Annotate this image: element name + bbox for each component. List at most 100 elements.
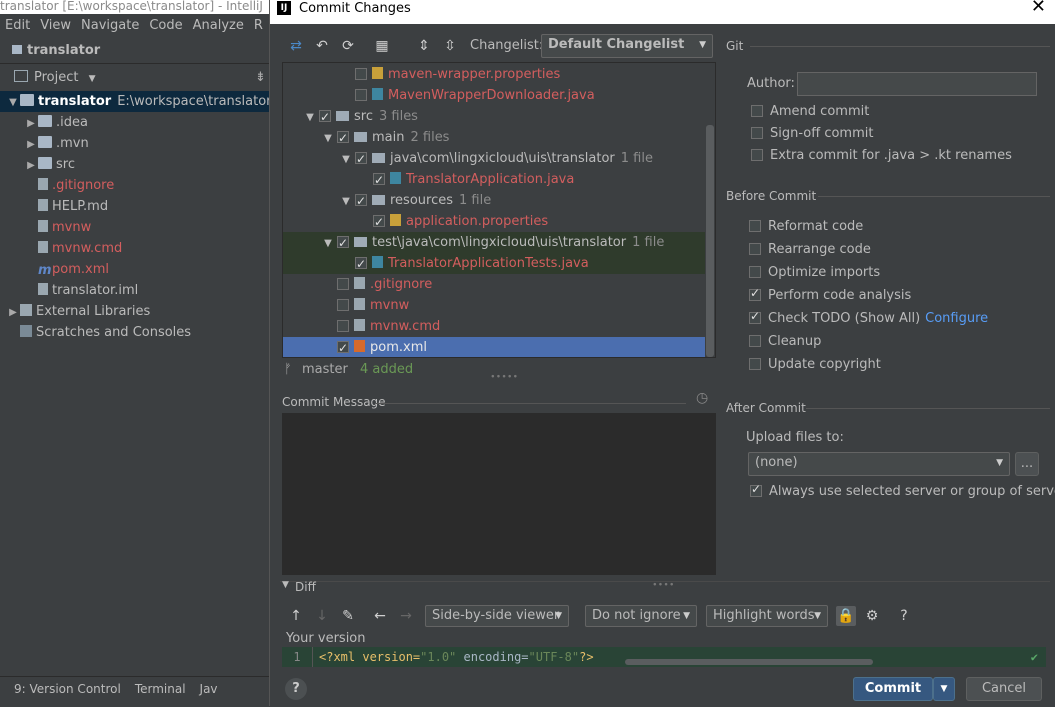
change-row[interactable]: mvnw.cmd (283, 316, 705, 337)
change-row[interactable]: ▼ main 2 files (283, 127, 705, 149)
include-checkbox[interactable] (337, 320, 349, 332)
option-checkbox[interactable] (749, 358, 761, 370)
chevron-down-icon[interactable]: ▼ (337, 149, 355, 170)
include-checkbox[interactable] (337, 299, 349, 311)
configure-link[interactable]: Configure (925, 311, 988, 326)
arrow-down-icon[interactable]: ↓ (312, 606, 332, 626)
before-commit-option[interactable]: Update copyright (749, 357, 881, 372)
option-checkbox[interactable] (751, 127, 763, 139)
arrow-up-icon[interactable]: ↑ (286, 606, 306, 626)
commit-button[interactable]: Commit (853, 677, 933, 701)
bottom-tab[interactable]: Terminal (135, 682, 186, 696)
tree-item[interactable]: translator.iml (0, 280, 270, 301)
before-commit-option[interactable]: Optimize imports (749, 265, 880, 280)
menu-item[interactable]: R (249, 15, 268, 33)
tree-item[interactable]: ▶ src (0, 154, 270, 175)
change-row[interactable]: ▼ resources 1 file (283, 190, 705, 212)
author-input[interactable] (797, 72, 1037, 96)
option-checkbox[interactable] (751, 149, 763, 161)
changelist-select[interactable]: Default Changelist ▼ (541, 34, 713, 58)
include-checkbox[interactable] (319, 107, 331, 128)
include-checkbox[interactable] (355, 149, 367, 170)
ide-nav-root[interactable]: translator (0, 38, 270, 64)
chevron-right-icon[interactable]: ▶ (6, 302, 20, 322)
include-checkbox[interactable] (355, 191, 367, 212)
option-checkbox[interactable] (751, 105, 763, 117)
chevron-right-icon[interactable]: ▶ (24, 113, 38, 133)
ignore-select[interactable]: Do not ignore ▼ (585, 605, 697, 627)
change-row[interactable]: ▼ src 3 files (283, 106, 705, 128)
before-commit-option[interactable]: Reformat code (749, 219, 863, 234)
collapse-all-icon[interactable]: ⇳ (440, 36, 460, 56)
before-commit-option[interactable]: Cleanup (749, 334, 821, 349)
change-row[interactable]: maven-wrapper.properties (283, 64, 705, 85)
change-row[interactable]: pom.xml (283, 337, 705, 357)
option-checkbox[interactable] (749, 266, 761, 278)
option-checkbox[interactable] (749, 220, 761, 232)
changes-tree[interactable]: maven-wrapper.properties MavenWrapperDown… (282, 62, 716, 358)
close-icon[interactable]: ✕ (1031, 0, 1046, 16)
option-checkbox[interactable] (749, 243, 761, 255)
chevron-down-icon[interactable]: ▼ (6, 92, 20, 112)
chevron-down-icon[interactable]: ▼ (337, 191, 355, 212)
change-row[interactable]: TranslatorApplication.java (283, 169, 705, 191)
cancel-button[interactable]: Cancel (966, 677, 1042, 701)
include-checkbox[interactable] (355, 89, 367, 101)
browse-button[interactable]: ... (1015, 452, 1039, 476)
changes-scrollbar[interactable] (706, 125, 714, 357)
tree-item[interactable]: mvnw.cmd (0, 238, 270, 259)
include-checkbox[interactable] (355, 254, 367, 275)
menu-item[interactable]: Code (144, 15, 187, 33)
git-option[interactable]: Amend commit (751, 104, 869, 119)
before-commit-option[interactable]: Perform code analysis (749, 286, 911, 303)
rollback-icon[interactable]: ↶ (312, 36, 332, 56)
gear-icon[interactable]: ⚙ (862, 606, 882, 626)
group-by-icon[interactable]: ▦ (372, 36, 392, 56)
tree-item[interactable]: mvnw (0, 217, 270, 238)
include-checkbox[interactable] (337, 278, 349, 290)
history-icon[interactable]: ◷ (696, 390, 708, 406)
chevron-right-icon[interactable]: ▶ (24, 155, 38, 175)
help-button[interactable]: ? (285, 678, 307, 700)
commit-message-input[interactable] (282, 413, 716, 575)
tree-item[interactable]: .gitignore (0, 175, 270, 196)
include-checkbox[interactable] (373, 212, 385, 233)
splitter-handle[interactable]: ∙∙∙∙ (652, 580, 675, 590)
chevron-right-icon[interactable]: ▶ (24, 134, 38, 154)
tree-item[interactable]: ▶ External Libraries (0, 301, 270, 322)
change-row[interactable]: MavenWrapperDownloader.java (283, 85, 705, 106)
tree-item[interactable]: ▶ .mvn (0, 133, 270, 154)
show-diff-icon[interactable]: ⇄ (286, 36, 306, 56)
change-row[interactable]: ▼ java\com\lingxicloud\uis\translator 1 fi… (283, 148, 705, 170)
chevron-down-icon[interactable]: ▼ (319, 233, 337, 254)
commit-options-button[interactable]: ▼ (933, 677, 955, 701)
include-checkbox[interactable] (355, 68, 367, 80)
option-checkbox[interactable] (749, 286, 761, 301)
diff-hscrollbar[interactable] (625, 659, 873, 665)
refresh-icon[interactable]: ⟳ (338, 36, 358, 56)
arrow-left-icon[interactable]: ← (370, 606, 390, 626)
git-option[interactable]: Extra commit for .java > .kt renames (751, 148, 1012, 163)
chevron-down-icon[interactable]: ▼ (301, 107, 319, 128)
tree-item[interactable]: Scratches and Consoles (0, 322, 270, 343)
tree-item[interactable]: mpom.xml (0, 259, 270, 280)
include-checkbox[interactable] (337, 338, 349, 357)
menu-item[interactable]: Analyze (188, 15, 249, 33)
highlight-select[interactable]: Highlight words ▼ (706, 605, 828, 627)
bottom-tab[interactable]: Jav (200, 682, 218, 696)
include-checkbox[interactable] (337, 128, 349, 149)
chevron-down-icon[interactable]: ▼ (282, 580, 289, 590)
menu-item[interactable]: View (35, 15, 76, 33)
before-commit-option[interactable]: Check TODO (Show All) Configure (749, 309, 988, 326)
option-checkbox[interactable] (749, 335, 761, 347)
change-row[interactable]: ▼ test\java\com\lingxicloud\uis\translato… (283, 232, 705, 254)
menu-item[interactable]: Navigate (76, 15, 144, 33)
change-row[interactable]: TranslatorApplicationTests.java (283, 253, 705, 275)
tree-item[interactable]: HELP.md (0, 196, 270, 217)
include-checkbox[interactable] (373, 170, 385, 191)
option-checkbox[interactable] (749, 309, 761, 324)
menu-item[interactable]: Edit (0, 15, 35, 33)
arrow-right-icon[interactable]: → (396, 606, 416, 626)
tree-item[interactable]: ▶ .idea (0, 112, 270, 133)
collapse-all-icon[interactable]: ⇟ (255, 66, 266, 90)
